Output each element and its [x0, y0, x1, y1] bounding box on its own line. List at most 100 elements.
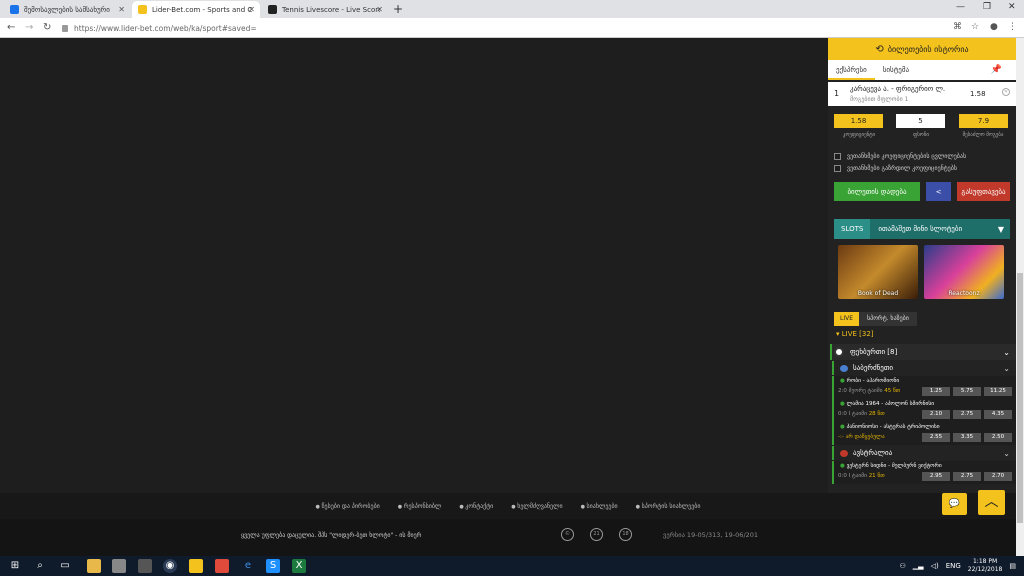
url-text: https://www.lider-bet.com/web/ka/sport#s…: [74, 23, 257, 33]
event-row[interactable]: პანიონიოსი - ასტერას ტრიპოლისი -:- არ და…: [832, 422, 1016, 445]
odd-1[interactable]: 1.25: [922, 387, 950, 396]
profile-icon[interactable]: ●: [990, 22, 998, 32]
chrome-icon[interactable]: ◉: [163, 559, 177, 573]
odd-2[interactable]: 11.25: [984, 387, 1012, 396]
odd-x[interactable]: 2.75: [953, 410, 981, 419]
coefficient-label: კოეფიციენტი: [842, 132, 876, 138]
slots-title: ითამაშეთ მინი სლოტები: [878, 225, 963, 233]
close-window-icon[interactable]: ✕: [1008, 2, 1016, 12]
close-tab-icon[interactable]: ✕: [376, 5, 383, 14]
slot-name: Book of Dead: [857, 290, 899, 297]
tab-express[interactable]: ექსპრესი: [828, 60, 875, 80]
excel-icon[interactable]: X: [292, 559, 306, 573]
notifications-icon[interactable]: ▤: [1009, 562, 1016, 570]
sport-football-row[interactable]: ფეხბურთი [8] ⌄: [830, 344, 1016, 360]
place-bet-button[interactable]: ბილეთის დადება: [834, 182, 920, 201]
clear-button[interactable]: გასუფთავება: [957, 182, 1010, 201]
browser-tab-2[interactable]: Lider-Bet.com - Sports and Casino ✕: [132, 1, 260, 18]
reload-icon[interactable]: ↻: [43, 22, 51, 33]
footer-link[interactable]: ხელმძღვანელი: [511, 503, 562, 510]
ticket-history-button[interactable]: ⟲ ბილეთების ისტორია: [828, 38, 1016, 60]
chat-button[interactable]: 💬: [942, 493, 967, 515]
odd-x[interactable]: 2.75: [953, 472, 981, 481]
stake-input[interactable]: 5: [896, 114, 945, 128]
volume-icon[interactable]: ◁): [931, 562, 939, 570]
slots-tab[interactable]: SLOTS: [834, 219, 871, 239]
bet-item: 1 კარაცევა ა. - ფრიგერიო ლ. მოგებით მფლო…: [828, 82, 1016, 106]
calculator-icon[interactable]: [138, 559, 152, 573]
back-icon[interactable]: ←: [7, 22, 15, 33]
tab-system[interactable]: სისტემა: [875, 60, 917, 80]
accept-higher-odds-checkbox[interactable]: ვეთანხმები გაზრდილ კოეფიციენტებს: [828, 162, 1016, 174]
task-view-icon[interactable]: ▭: [58, 559, 72, 573]
slots-header[interactable]: SLOTS ითამაშეთ მინი სლოტები ▼: [834, 219, 1010, 239]
skype-icon[interactable]: S: [266, 559, 280, 573]
new-tab-icon[interactable]: +: [393, 2, 403, 16]
odd-1[interactable]: 2.10: [922, 410, 950, 419]
search-icon[interactable]: ⌕: [33, 559, 47, 573]
version-text: ვერსია 19-05/313, 19-06/201: [663, 531, 759, 539]
bet-odd: 1.58: [970, 90, 986, 98]
footer-link[interactable]: წესები და პირობები: [316, 503, 379, 510]
page-scrollbar[interactable]: [1016, 38, 1024, 556]
odd-x[interactable]: 5.75: [953, 387, 981, 396]
menu-dots-icon[interactable]: ⋮: [1008, 22, 1017, 32]
event-status: 0:0 I ტაიმი 21 წთ: [838, 473, 885, 479]
url-field[interactable]: https://www.lider-bet.com/web/ka/sport#s…: [62, 21, 942, 35]
odd-x[interactable]: 3.35: [953, 433, 981, 442]
browser-tab-3[interactable]: Tennis Livescore - Live Scores & ✕: [262, 1, 388, 18]
windows-start-icon[interactable]: ⊞: [8, 559, 22, 573]
minimize-icon[interactable]: —: [956, 2, 965, 12]
bookmark-star-icon[interactable]: ☆: [971, 22, 979, 32]
odd-2[interactable]: 4.35: [984, 410, 1012, 419]
footer-link[interactable]: კონტაქტი: [459, 503, 493, 510]
file-explorer-icon[interactable]: [87, 559, 101, 573]
accept-odds-change-checkbox[interactable]: ვეთანხმები კოეფიციენტების ცვლილებას: [828, 150, 1016, 162]
tab-prematch[interactable]: სპორტ. ხაზები: [859, 312, 917, 326]
copyright-note: ყველა უფლება დაცულია. შპს "ლიდერ-ბეთ ხლო…: [241, 532, 422, 539]
scroll-top-button[interactable]: ︿: [978, 490, 1005, 515]
event-row[interactable]: რობი - აჰარომიონი 2:0 მეორე ტაიმი 45 წთ …: [832, 376, 1016, 399]
forward-icon[interactable]: →: [25, 22, 33, 33]
odd-2[interactable]: 2.50: [984, 433, 1012, 442]
chevron-down-icon[interactable]: ⌄: [1003, 348, 1010, 357]
close-tab-icon[interactable]: ✕: [118, 5, 125, 14]
edge-icon[interactable]: e: [241, 559, 255, 573]
chevron-down-icon[interactable]: ⌄: [1003, 449, 1010, 458]
close-tab-icon[interactable]: ✕: [248, 5, 255, 14]
footer-link[interactable]: სპორტის სიახლეები: [636, 503, 701, 510]
checkbox-box[interactable]: [834, 164, 841, 172]
clock[interactable]: 1:18 PM 22/12/2018: [968, 558, 1003, 574]
footer-link[interactable]: სიახლეები: [581, 503, 618, 510]
maximize-icon[interactable]: ❐: [983, 2, 991, 12]
slot-game-book-of-dead[interactable]: Book of Dead: [838, 245, 918, 299]
remove-bet-icon[interactable]: ✕: [1002, 88, 1010, 96]
browser-tab-1[interactable]: შემოსავლების სამსახური ✕: [4, 1, 130, 18]
checkbox-box[interactable]: [834, 152, 841, 160]
country-greece[interactable]: საბერძნეთი ⌄: [832, 361, 1016, 375]
scrollbar-thumb[interactable]: [1017, 273, 1023, 523]
pin-icon[interactable]: 📌: [983, 60, 1010, 80]
media-player-icon[interactable]: [215, 559, 229, 573]
odd-1[interactable]: 2.95: [922, 472, 950, 481]
odd-1[interactable]: 2.55: [922, 433, 950, 442]
event-row[interactable]: ლამია 1964 - აპოლონ სმირნისი 0:0 I ტაიმი…: [832, 399, 1016, 422]
mail-icon[interactable]: [189, 559, 203, 573]
country-australia[interactable]: ავსტრალია ⌄: [832, 446, 1016, 460]
odd-2[interactable]: 2.70: [984, 472, 1012, 481]
chevron-down-icon[interactable]: ⌄: [1003, 364, 1010, 373]
tab-live[interactable]: LIVE: [834, 312, 860, 326]
app-icon[interactable]: [112, 559, 126, 573]
live-count[interactable]: ▾ LIVE [32]: [836, 330, 874, 338]
slot-game-reactoonz[interactable]: Reactoonz: [924, 245, 1004, 299]
footer-link[interactable]: რესპონსიბლ: [398, 503, 442, 510]
chevron-down-icon[interactable]: ▼: [998, 225, 1004, 234]
people-icon[interactable]: ⚇: [900, 562, 906, 570]
translate-icon[interactable]: ⌘: [953, 22, 962, 32]
share-button[interactable]: <: [926, 182, 951, 201]
stake-fields: 1.58 კოეფიციენტი 5 ფსონი 7.9 შესაძლო მოგ…: [828, 106, 1016, 150]
input-language[interactable]: ENG: [946, 562, 961, 570]
network-icon[interactable]: ▁▃: [913, 562, 924, 570]
copyright-icon: ©: [561, 528, 574, 541]
event-row[interactable]: ვესტერნ სიდნი - მელბურნ ვიქტორი 0:0 I ტა…: [832, 461, 1016, 484]
